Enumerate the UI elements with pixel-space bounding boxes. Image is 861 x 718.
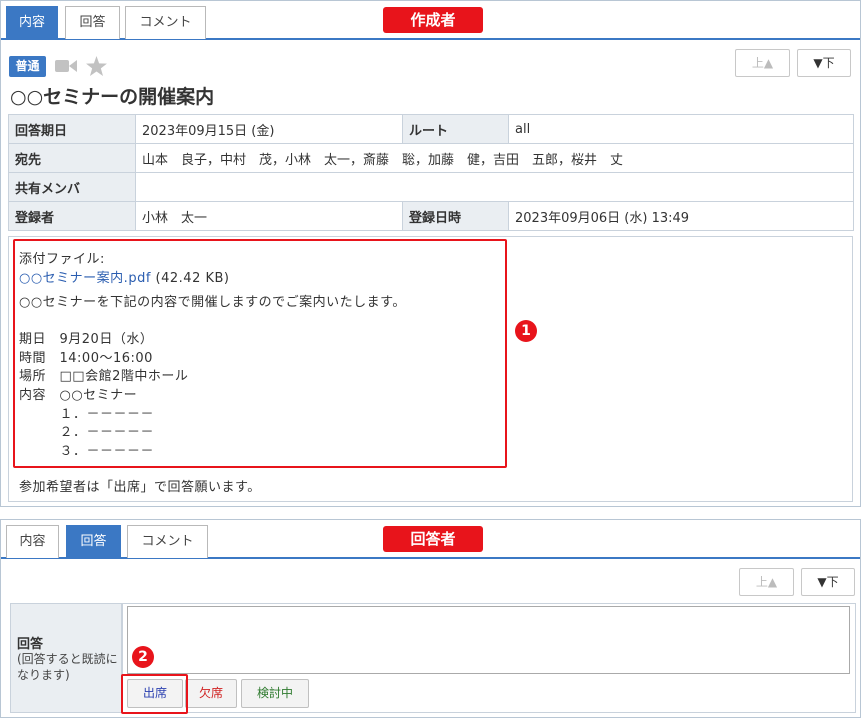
next-button[interactable]: ▼下 xyxy=(797,49,851,77)
table-row: 宛先 山本 良子，中村 茂，小林 太一，斎藤 聡，加藤 健，吉田 五郎，桜井 丈 xyxy=(8,143,854,173)
tab-comment[interactable]: コメント xyxy=(127,525,208,558)
registered-at-label: 登録日時 xyxy=(402,201,509,231)
video-camera-icon xyxy=(55,58,77,78)
registrant-label: 登録者 xyxy=(8,201,136,231)
tab-bar: 内容 回答 コメント 作成者 xyxy=(1,1,860,40)
tab-content[interactable]: 内容 xyxy=(6,6,58,39)
absent-button[interactable]: 欠席 xyxy=(185,679,237,708)
prev-button[interactable]: 上▲ xyxy=(735,49,790,77)
table-row: 登録者 小林 太一 登録日時 2023年09月06日 (水) 13:49 xyxy=(8,201,854,231)
role-badge-creator: 作成者 xyxy=(383,7,483,33)
registrant-value: 小林 太一 xyxy=(135,201,403,231)
due-date-label: 回答期日 xyxy=(8,114,136,144)
highlight-box-attend xyxy=(121,674,188,714)
tab-content[interactable]: 内容 xyxy=(6,525,59,558)
shared-members-label: 共有メンバ xyxy=(8,172,136,202)
answer-textarea[interactable] xyxy=(127,606,850,674)
highlight-box-body xyxy=(13,239,507,468)
considering-button[interactable]: 検討中 xyxy=(241,679,309,708)
role-badge-answerer: 回答者 xyxy=(383,526,483,552)
answer-label-cell: 回答 (回答すると既読になります) xyxy=(10,603,122,713)
prev-button[interactable]: 上▲ xyxy=(739,568,794,596)
page-title: ○○セミナーの開催案内 xyxy=(10,86,215,108)
body-footer-line: 参加希望者は「出席」で回答願います。 xyxy=(19,480,261,495)
table-row: 共有メンバ xyxy=(8,172,854,202)
star-icon[interactable] xyxy=(86,56,107,80)
shared-members-value xyxy=(135,172,854,202)
tab-bar: 内容 回答 コメント 回答者 xyxy=(1,520,860,559)
due-date-value: 2023年09月15日 (金) xyxy=(135,114,403,144)
route-label: ルート xyxy=(402,114,509,144)
next-button[interactable]: ▼下 xyxy=(801,568,855,596)
recipients-value: 山本 良子，中村 茂，小林 太一，斎藤 聡，加藤 健，吉田 五郎，桜井 丈 xyxy=(135,143,854,173)
route-value: all xyxy=(508,114,854,144)
registered-at-value: 2023年09月06日 (水) 13:49 xyxy=(508,201,854,231)
tab-answer[interactable]: 回答 xyxy=(66,525,121,558)
table-row: 回答期日 2023年09月15日 (金) ルート all xyxy=(8,114,854,144)
recipients-label: 宛先 xyxy=(8,143,136,173)
marker-2: 2 xyxy=(132,646,154,668)
tab-answer[interactable]: 回答 xyxy=(65,6,120,39)
answer-label: 回答 xyxy=(17,637,44,652)
marker-1: 1 xyxy=(515,320,537,342)
tab-comment[interactable]: コメント xyxy=(125,6,206,39)
info-table: 回答期日 2023年09月15日 (金) ルート all 宛先 山本 良子，中村… xyxy=(8,114,854,231)
answer-note: (回答すると既読になります) xyxy=(17,652,118,682)
priority-badge: 普通 xyxy=(9,56,46,77)
